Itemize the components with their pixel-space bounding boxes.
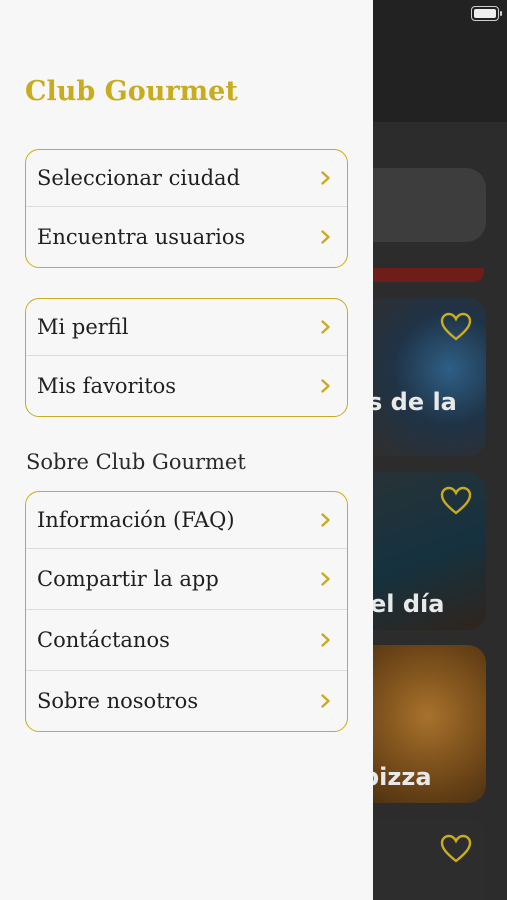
menu-group-profile: Mi perfil Mis favoritos (25, 298, 348, 417)
menu-group-city-users: Seleccionar ciudad Encuentra usuarios (25, 149, 348, 268)
chevron-right-icon (321, 633, 330, 647)
menu-item-label: Información (FAQ) (37, 508, 235, 532)
chevron-right-icon (321, 171, 330, 185)
menu-item-label: Sobre nosotros (37, 689, 199, 713)
chevron-right-icon (321, 379, 330, 393)
menu-item-contact[interactable]: Contáctanos (26, 609, 347, 670)
chevron-right-icon (321, 230, 330, 244)
menu-item-label: Compartir la app (37, 567, 219, 591)
menu-item-faq[interactable]: Información (FAQ) (26, 492, 347, 548)
chevron-right-icon (321, 320, 330, 334)
chevron-right-icon (321, 513, 330, 527)
heart-icon (440, 486, 472, 515)
heart-icon (440, 312, 472, 341)
menu-group-about: Información (FAQ) Compartir la app Contá… (25, 491, 348, 732)
menu-item-find-users[interactable]: Encuentra usuarios (26, 206, 347, 267)
app-title: Club Gourmet (25, 76, 238, 107)
chevron-right-icon (321, 694, 330, 708)
menu-item-label: Contáctanos (37, 628, 170, 652)
menu-item-label: Encuentra usuarios (37, 225, 246, 249)
heart-icon (440, 834, 472, 863)
side-drawer: Club Gourmet Seleccionar ciudad Encuentr… (0, 0, 373, 900)
menu-item-my-profile[interactable]: Mi perfil (26, 299, 347, 355)
menu-item-share-app[interactable]: Compartir la app (26, 548, 347, 609)
menu-item-label: Seleccionar ciudad (37, 166, 241, 190)
background-card-title: el día (370, 590, 445, 618)
menu-item-select-city[interactable]: Seleccionar ciudad (26, 150, 347, 206)
menu-item-my-favorites[interactable]: Mis favoritos (26, 355, 347, 416)
background-card-title: s de la (368, 388, 457, 416)
battery-icon (471, 6, 502, 21)
menu-item-about-us[interactable]: Sobre nosotros (26, 670, 347, 731)
chevron-right-icon (321, 572, 330, 586)
menu-item-label: Mis favoritos (37, 374, 177, 398)
menu-item-label: Mi perfil (37, 315, 129, 339)
section-title-about: Sobre Club Gourmet (26, 450, 246, 474)
